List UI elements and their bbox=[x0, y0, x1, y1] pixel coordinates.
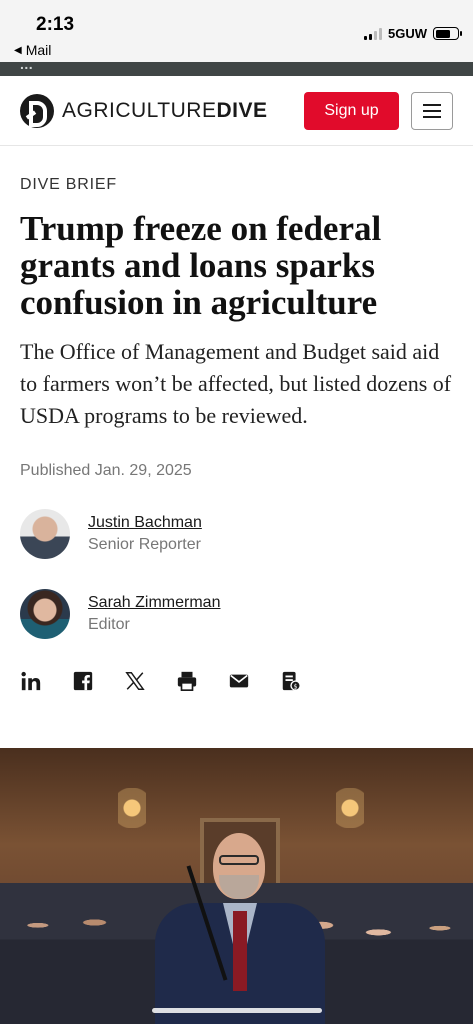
back-to-mail-link[interactable]: ◀ Mail bbox=[14, 42, 51, 58]
author-role: Editor bbox=[88, 616, 130, 633]
author-card: Sarah Zimmerman Editor bbox=[20, 589, 220, 639]
hero-photo bbox=[0, 748, 473, 1024]
battery-icon bbox=[433, 27, 462, 40]
share-toolbar: $ bbox=[20, 670, 302, 692]
author-role: Senior Reporter bbox=[88, 536, 201, 553]
status-time: 2:13 bbox=[36, 14, 75, 35]
hamburger-menu-icon[interactable] bbox=[411, 92, 453, 130]
author-name-link[interactable]: Justin Bachman bbox=[88, 514, 202, 532]
x-icon[interactable] bbox=[124, 670, 146, 692]
author-name-link[interactable]: Sarah Zimmerman bbox=[88, 594, 220, 612]
status-bar: 2:13 ◀ Mail 5GUW bbox=[0, 0, 473, 62]
site-logo[interactable]: AGRICULTUREDIVE bbox=[20, 94, 267, 128]
network-label: 5GUW bbox=[388, 26, 427, 41]
author-card: Justin Bachman Senior Reporter bbox=[20, 509, 202, 559]
facebook-icon[interactable] bbox=[72, 670, 94, 692]
top-strip: ... bbox=[0, 62, 473, 76]
linkedin-icon[interactable] bbox=[20, 670, 42, 692]
email-icon[interactable] bbox=[228, 670, 250, 692]
published-date: Published Jan. 29, 2025 bbox=[20, 462, 192, 479]
status-indicators: 5GUW bbox=[364, 26, 462, 41]
logo-text: AGRICULTUREDIVE bbox=[62, 99, 268, 122]
avatar bbox=[20, 589, 70, 639]
print-icon[interactable] bbox=[176, 670, 198, 692]
sign-up-button[interactable]: Sign up bbox=[304, 92, 399, 130]
article-kicker: DIVE BRIEF bbox=[20, 176, 117, 193]
svg-text:$: $ bbox=[294, 682, 298, 690]
back-label: Mail bbox=[25, 42, 52, 58]
site-header: AGRICULTUREDIVE Sign up bbox=[0, 76, 473, 146]
avatar bbox=[20, 509, 70, 559]
home-indicator[interactable] bbox=[152, 1008, 322, 1013]
article-dek: The Office of Management and Budget said… bbox=[20, 339, 452, 428]
article-headline: Trump freeze on federal grants and loans… bbox=[20, 209, 382, 322]
newsletter-icon[interactable]: $ bbox=[280, 670, 302, 692]
back-arrow-icon: ◀ bbox=[14, 44, 22, 56]
top-strip-text: ... bbox=[20, 62, 34, 72]
signal-icon bbox=[364, 27, 382, 40]
logo-mark-icon bbox=[20, 94, 54, 128]
